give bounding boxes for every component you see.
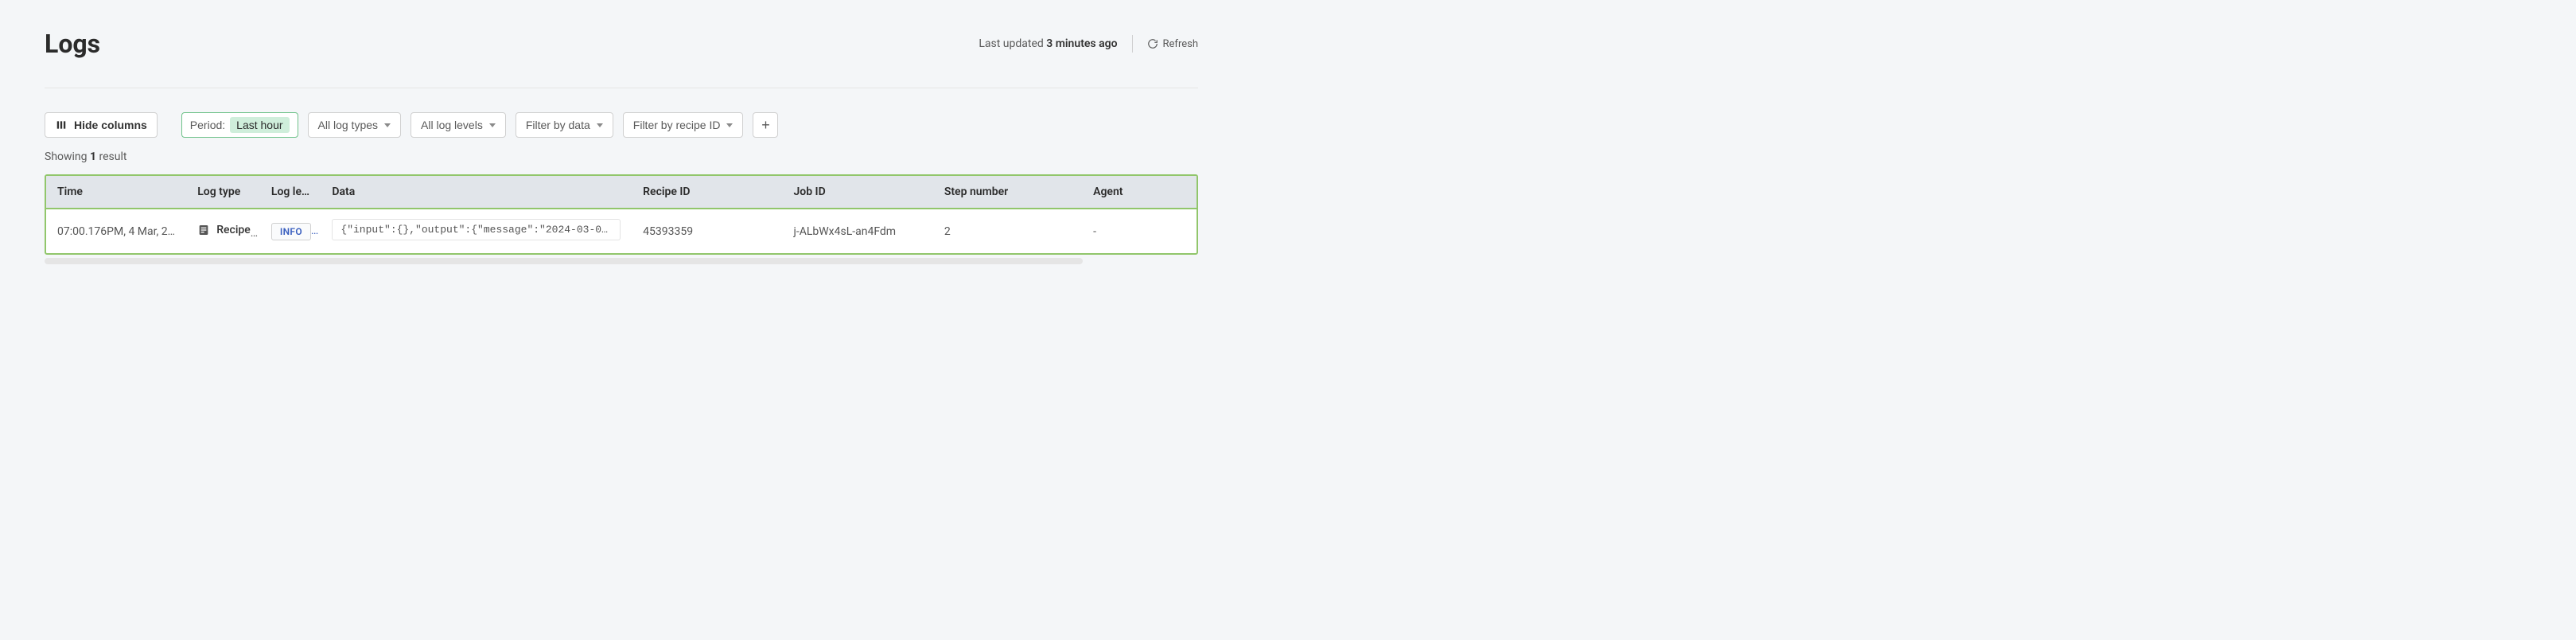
chevron-down-icon: [726, 123, 733, 127]
cell-data: {"input":{},"output":{"message":"2024-03…: [321, 209, 632, 253]
log-level-badge: INFO: [271, 223, 311, 240]
cell-time: 07:00.176PM, 4 Mar, 2024: [46, 209, 186, 253]
cell-step-number: 2: [933, 209, 1082, 253]
cell-log-type: Recipe: [186, 209, 260, 253]
cell-recipe-id: 45393359: [632, 209, 782, 253]
period-filter[interactable]: Period: Last hour: [181, 112, 298, 138]
page-title: Logs: [45, 29, 100, 59]
filter-by-data-label: Filter by data: [526, 119, 590, 131]
period-label: Period:: [190, 119, 225, 131]
log-types-filter[interactable]: All log types: [308, 112, 401, 138]
filter-toolbar: Hide columns Period: Last hour All log t…: [45, 112, 1198, 138]
result-suffix: result: [96, 150, 126, 163]
filter-by-data[interactable]: Filter by data: [516, 112, 613, 138]
horizontal-scrollbar[interactable]: [45, 258, 1083, 264]
chevron-down-icon: [489, 123, 496, 127]
filter-by-recipe-id[interactable]: Filter by recipe ID: [623, 112, 744, 138]
last-updated-prefix: Last updated: [979, 37, 1046, 50]
log-levels-label: All log levels: [421, 119, 483, 131]
period-value: Last hour: [230, 117, 289, 133]
columns-icon: [55, 119, 68, 131]
header-right: Last updated 3 minutes ago Refresh: [979, 35, 1198, 53]
col-data[interactable]: Data: [321, 176, 632, 209]
filter-by-recipe-id-label: Filter by recipe ID: [633, 119, 721, 131]
result-prefix: Showing: [45, 150, 90, 163]
col-step-number[interactable]: Step number: [933, 176, 1082, 209]
recipe-icon: [197, 224, 210, 236]
vertical-separator: [1132, 35, 1133, 53]
refresh-label: Refresh: [1163, 38, 1198, 50]
logs-table: Time Log type Log level Data Recipe ID J…: [46, 176, 1198, 253]
result-number: 1: [90, 150, 96, 163]
log-type-label: Recipe: [216, 224, 251, 236]
last-updated-value: 3 minutes ago: [1046, 37, 1117, 50]
col-time[interactable]: Time: [46, 176, 186, 209]
table-row[interactable]: 07:00.176PM, 4 Mar, 2024 Recipe: [46, 209, 1198, 253]
log-types-label: All log types: [318, 119, 378, 131]
refresh-icon: [1147, 38, 1158, 49]
chevron-down-icon: [384, 123, 391, 127]
col-job-id[interactable]: Job ID: [782, 176, 932, 209]
page-header: Logs Last updated 3 minutes ago Refresh: [45, 29, 1198, 59]
plus-icon: +: [761, 118, 770, 132]
col-log-level[interactable]: Log level: [260, 176, 321, 209]
hide-columns-button[interactable]: Hide columns: [45, 112, 158, 138]
col-recipe-id[interactable]: Recipe ID: [632, 176, 782, 209]
data-preview[interactable]: {"input":{},"output":{"message":"2024-03…: [332, 219, 621, 240]
log-levels-filter[interactable]: All log levels: [411, 112, 506, 138]
hide-columns-label: Hide columns: [74, 119, 147, 131]
table-header-row: Time Log type Log level Data Recipe ID J…: [46, 176, 1198, 209]
col-log-type[interactable]: Log type: [186, 176, 260, 209]
add-filter-button[interactable]: +: [753, 112, 778, 138]
col-agent[interactable]: Agent: [1082, 176, 1198, 209]
logs-table-container: Time Log type Log level Data Recipe ID J…: [45, 174, 1198, 255]
last-updated-text: Last updated 3 minutes ago: [979, 37, 1117, 50]
cell-agent: -: [1082, 209, 1198, 253]
refresh-button[interactable]: Refresh: [1147, 38, 1198, 50]
result-count: Showing 1 result: [45, 150, 1198, 163]
cell-log-level: INFO: [260, 209, 321, 253]
chevron-down-icon: [597, 123, 603, 127]
cell-job-id: j-ALbWx4sL-an4Fdm: [782, 209, 932, 253]
